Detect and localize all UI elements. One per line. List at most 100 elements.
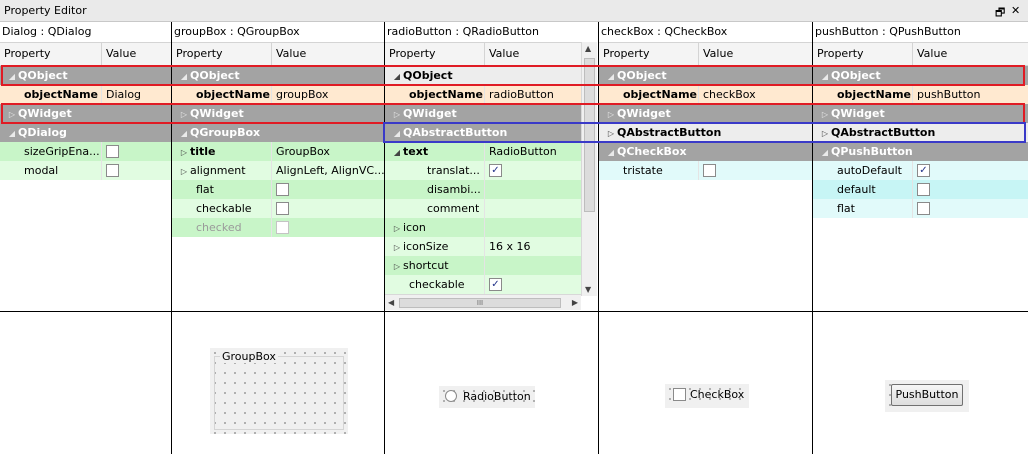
property-column-header[interactable]: Property xyxy=(603,43,650,65)
property-row-tristate[interactable]: tristate xyxy=(599,161,812,180)
property-row-title[interactable]: ▷ title GroupBox xyxy=(172,142,384,161)
title-value[interactable]: GroupBox xyxy=(271,142,330,161)
group-row-qwidget[interactable]: ▷ QWidget xyxy=(172,104,384,123)
radiobutton-widget-preview[interactable]: RadioButton xyxy=(439,386,535,408)
collapse-arrow-icon[interactable]: ◢ xyxy=(605,143,617,161)
property-row-iconsize[interactable]: ▷ iconSize 16 x 16 xyxy=(385,237,582,256)
collapse-arrow-icon[interactable]: ◢ xyxy=(605,67,617,85)
expand-arrow-icon[interactable]: ▷ xyxy=(819,105,831,123)
group-row-qwidget[interactable]: ▷ QWidget xyxy=(599,104,812,123)
translatable-checkbox[interactable]: ✓ xyxy=(489,164,502,177)
text-value[interactable]: RadioButton xyxy=(484,142,557,161)
horizontal-scrollbar[interactable]: ◀ III ▶ xyxy=(385,294,581,310)
value-column-header[interactable]: Value xyxy=(698,43,733,65)
property-row-icon[interactable]: ▷ icon xyxy=(385,218,582,237)
property-row-objectname[interactable]: objectName checkBox xyxy=(599,85,812,104)
group-row-qwidget[interactable]: ▷ QWidget xyxy=(0,104,171,123)
expand-arrow-icon[interactable]: ▷ xyxy=(391,105,403,123)
collapse-arrow-icon[interactable]: ◢ xyxy=(391,143,403,161)
property-row-objectname[interactable]: objectName groupBox xyxy=(172,85,384,104)
group-row-qobject[interactable]: ◢ QObject xyxy=(599,66,812,85)
objectname-value[interactable]: radioButton xyxy=(484,85,554,104)
expand-arrow-icon[interactable]: ▷ xyxy=(605,105,617,123)
collapse-arrow-icon[interactable]: ◢ xyxy=(819,67,831,85)
property-row-sizegripenabled[interactable]: sizeGripEna... xyxy=(0,142,171,161)
expand-arrow-icon[interactable]: ▷ xyxy=(391,257,403,275)
group-row-qwidget[interactable]: ▷ QWidget xyxy=(813,104,1028,123)
expand-arrow-icon[interactable]: ▷ xyxy=(391,238,403,256)
alignment-value[interactable]: AlignLeft, AlignVC... xyxy=(271,161,384,180)
groupbox-widget-preview[interactable]: GroupBox xyxy=(210,348,348,434)
collapse-arrow-icon[interactable]: ◢ xyxy=(178,67,190,85)
property-column-header[interactable]: Property xyxy=(817,43,864,65)
checkbox-widget-preview[interactable]: CheckBox xyxy=(665,384,749,408)
value-column-header[interactable]: Value xyxy=(912,43,947,65)
property-column-header[interactable]: Property xyxy=(4,43,51,65)
close-window-icon[interactable]: ✕ xyxy=(1011,4,1020,17)
group-row-qobject[interactable]: ◢ QObject xyxy=(172,66,384,85)
property-row-translatable[interactable]: translat... ✓ xyxy=(385,161,582,180)
group-row-qabstractbutton[interactable]: ▷ QAbstractButton xyxy=(813,123,1028,142)
autodefault-checkbox[interactable]: ✓ xyxy=(917,164,930,177)
checkable-checkbox[interactable] xyxy=(276,202,289,215)
group-row-qwidget[interactable]: ▷ QWidget xyxy=(385,104,582,123)
group-row-qdialog[interactable]: ◢ QDialog xyxy=(0,123,171,142)
group-row-qabstractbutton[interactable]: ▷ QAbstractButton xyxy=(599,123,812,142)
icon-value[interactable] xyxy=(484,218,489,237)
property-row-alignment[interactable]: ▷ alignment AlignLeft, AlignVC... xyxy=(172,161,384,180)
property-row-autodefault[interactable]: autoDefault ✓ xyxy=(813,161,1028,180)
scrollbar-thumb[interactable]: III xyxy=(399,298,561,308)
property-row-text[interactable]: ◢ text RadioButton xyxy=(385,142,582,161)
objectname-value[interactable]: Dialog xyxy=(101,85,141,104)
property-row-shortcut[interactable]: ▷ shortcut xyxy=(385,256,582,275)
group-row-qabstractbutton[interactable]: ◢ QAbstractButton xyxy=(385,123,582,142)
flat-checkbox[interactable] xyxy=(276,183,289,196)
collapse-arrow-icon[interactable]: ◢ xyxy=(391,67,403,85)
scrollbar-thumb[interactable] xyxy=(584,58,595,212)
property-row-disambiguation[interactable]: disambi... xyxy=(385,180,582,199)
property-column-header[interactable]: Property xyxy=(389,43,436,65)
value-column-header[interactable]: Value xyxy=(271,43,306,65)
collapse-arrow-icon[interactable]: ◢ xyxy=(819,143,831,161)
value-column-header[interactable]: Value xyxy=(484,43,519,65)
group-row-qobject[interactable]: ◢ QObject xyxy=(385,66,582,85)
flat-checkbox[interactable] xyxy=(917,202,930,215)
value-column-header[interactable]: Value xyxy=(101,43,136,65)
expand-arrow-icon[interactable]: ▷ xyxy=(605,124,617,142)
iconsize-value[interactable]: 16 x 16 xyxy=(484,237,531,256)
collapse-arrow-icon[interactable]: ◢ xyxy=(391,124,403,142)
property-row-flat[interactable]: flat xyxy=(172,180,384,199)
objectname-value[interactable]: checkBox xyxy=(698,85,756,104)
scroll-up-icon[interactable]: ▲ xyxy=(585,44,591,53)
property-row-objectname[interactable]: objectName radioButton xyxy=(385,85,582,104)
tristate-checkbox[interactable] xyxy=(703,164,716,177)
collapse-arrow-icon[interactable]: ◢ xyxy=(6,67,18,85)
expand-arrow-icon[interactable]: ▷ xyxy=(178,143,190,161)
expand-arrow-icon[interactable]: ▷ xyxy=(6,105,18,123)
vertical-scrollbar[interactable]: ▲ ▼ xyxy=(581,42,597,296)
pushbutton-widget-preview[interactable]: PushButton xyxy=(891,384,963,406)
property-row-checkable[interactable]: checkable xyxy=(172,199,384,218)
group-row-qobject[interactable]: ◢ QObject xyxy=(0,66,171,85)
property-row-objectname[interactable]: objectName pushButton xyxy=(813,85,1028,104)
float-window-icon[interactable]: 🗗 xyxy=(995,4,1005,23)
disambiguation-value[interactable] xyxy=(484,180,489,199)
group-row-qobject[interactable]: ◢ QObject xyxy=(813,66,1028,85)
objectname-value[interactable]: pushButton xyxy=(912,85,981,104)
expand-arrow-icon[interactable]: ▷ xyxy=(178,162,190,180)
comment-value[interactable] xyxy=(484,199,489,218)
property-column-header[interactable]: Property xyxy=(176,43,223,65)
property-row-flat[interactable]: flat xyxy=(813,199,1028,218)
property-row-comment[interactable]: comment xyxy=(385,199,582,218)
checkable-checkbox[interactable]: ✓ xyxy=(489,278,502,291)
expand-arrow-icon[interactable]: ▷ xyxy=(391,219,403,237)
scroll-left-icon[interactable]: ◀ xyxy=(388,298,394,307)
collapse-arrow-icon[interactable]: ◢ xyxy=(178,124,190,142)
collapse-arrow-icon[interactable]: ◢ xyxy=(6,124,18,142)
property-row-checkable[interactable]: checkable ✓ xyxy=(385,275,582,294)
group-row-qgroupbox[interactable]: ◢ QGroupBox xyxy=(172,123,384,142)
sizegrip-checkbox[interactable] xyxy=(106,145,119,158)
property-row-objectname[interactable]: objectName Dialog xyxy=(0,85,171,104)
expand-arrow-icon[interactable]: ▷ xyxy=(819,124,831,142)
objectname-value[interactable]: groupBox xyxy=(271,85,328,104)
